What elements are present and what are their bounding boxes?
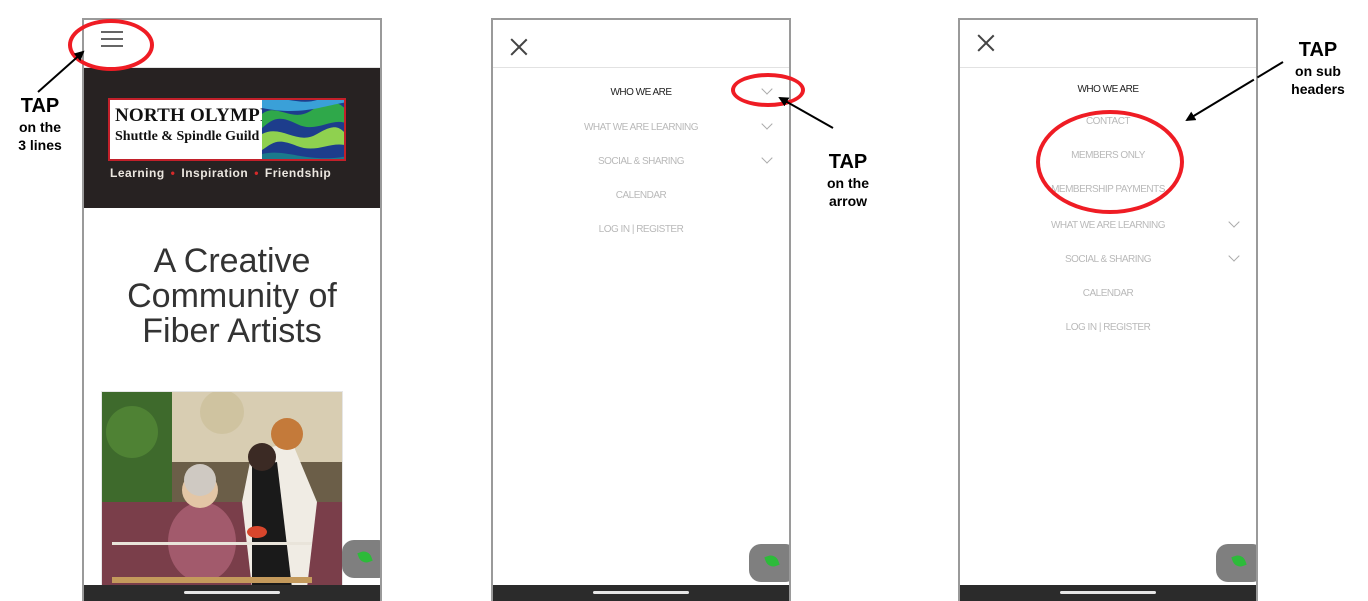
annotation-line: arrow <box>828 192 868 209</box>
annotation-line: on the <box>19 119 61 135</box>
arrow-to-hamburger <box>37 50 85 93</box>
annotation-title: TAP <box>20 95 60 117</box>
annotation-line: 3 lines <box>18 136 62 153</box>
annotation-title: TAP <box>828 151 868 173</box>
annotation-title: TAP <box>1298 39 1338 61</box>
annotation-tap-sub-headers: TAP on sub headers <box>1278 38 1358 98</box>
arrow-to-subheaders <box>1185 61 1284 122</box>
arrow-to-chevron <box>778 97 834 129</box>
annotation-arrows <box>37 50 1284 129</box>
annotation-tap-arrow: TAP on the arrow <box>808 150 888 210</box>
annotation-line: on the <box>827 175 869 191</box>
annotation-line: headers <box>1291 80 1345 97</box>
annotation-tap-3-lines: TAP on the 3 lines <box>0 94 80 154</box>
annotation-line: on sub <box>1295 63 1341 79</box>
